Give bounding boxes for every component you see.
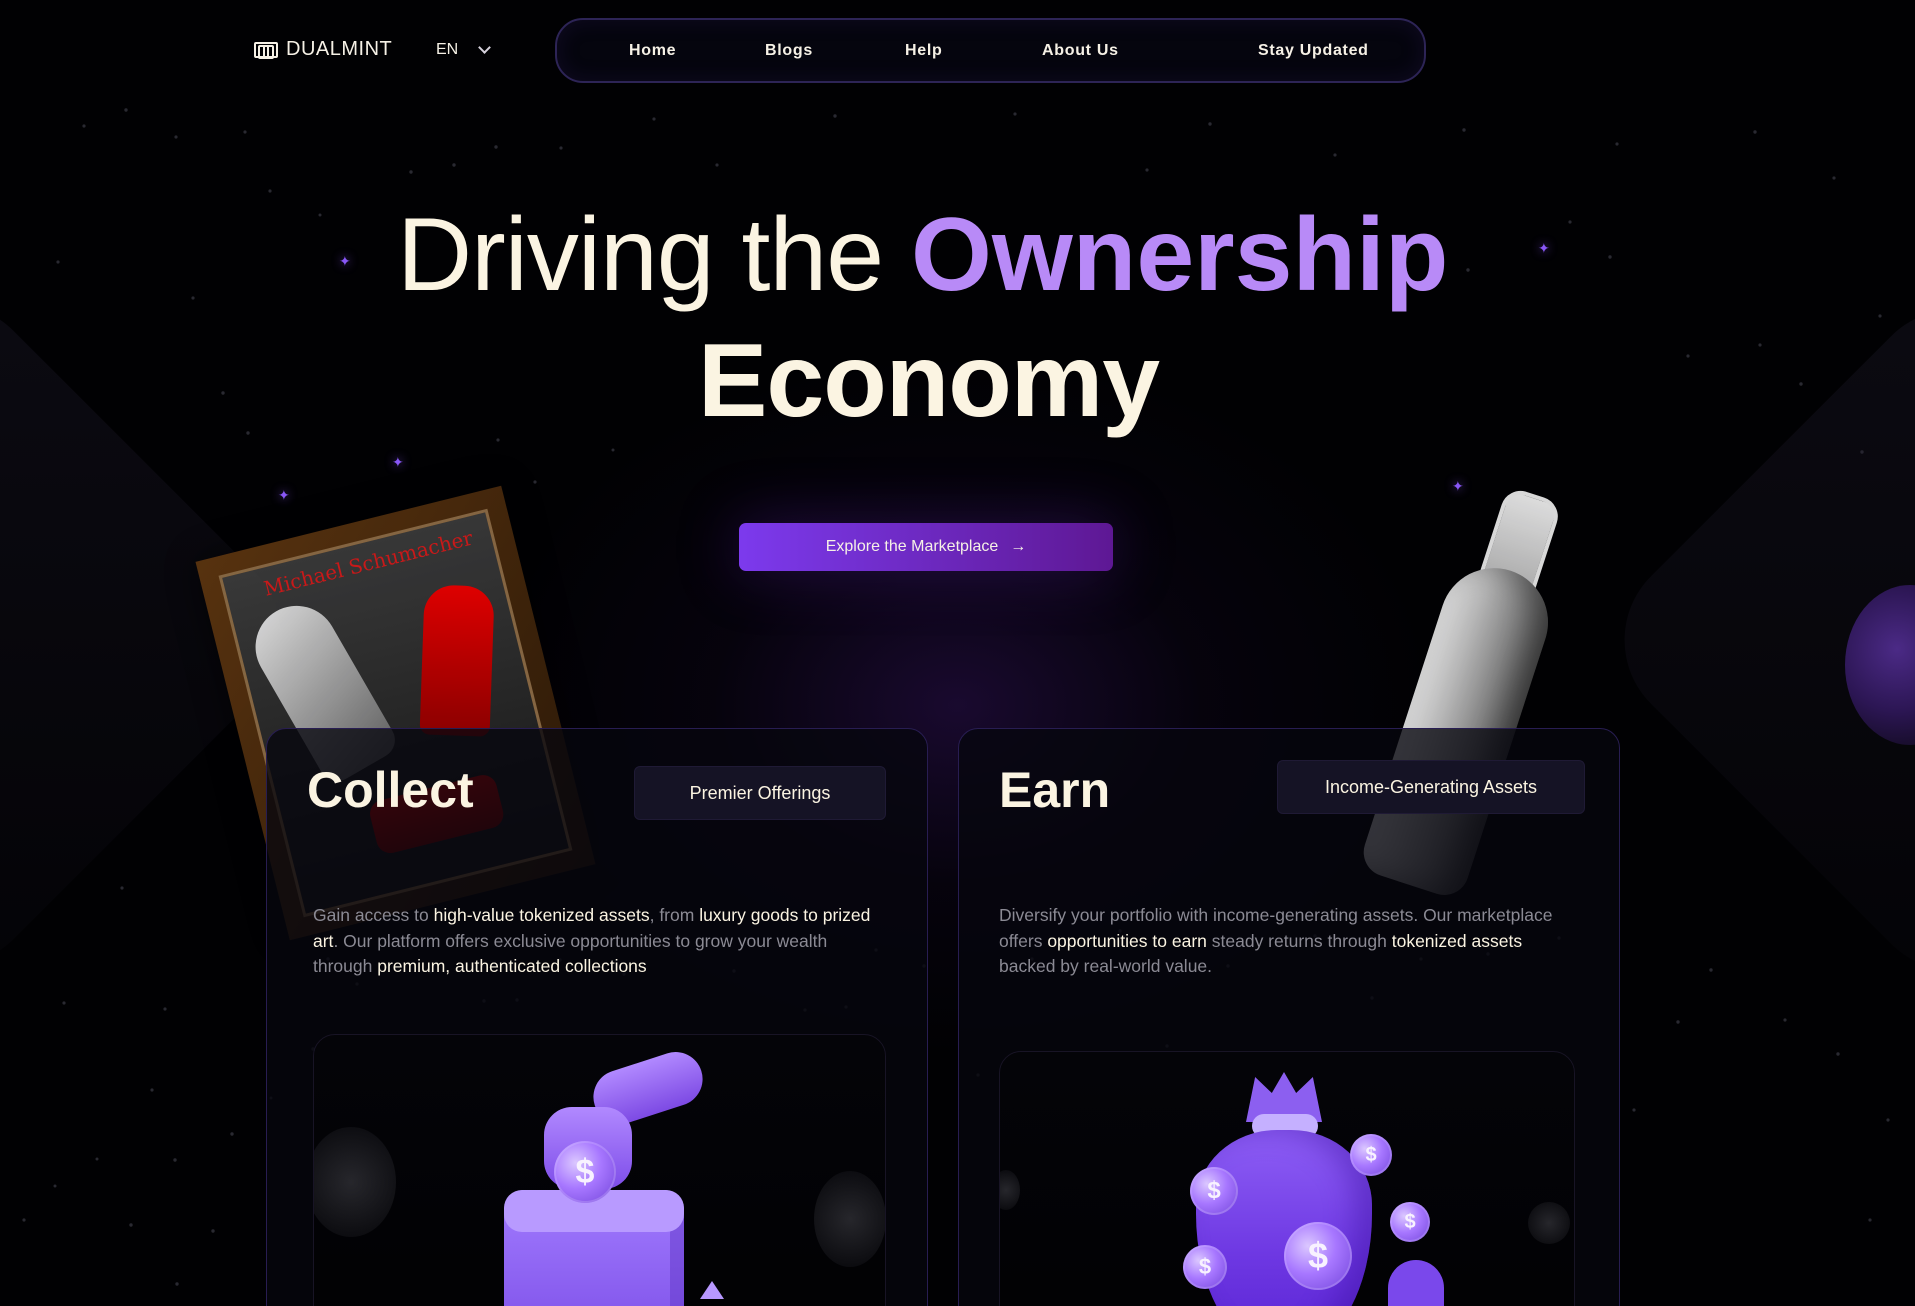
dollar-coin-icon: $ [1190, 1167, 1238, 1215]
sparkle-icon: ✦ [392, 454, 404, 470]
chevron-down-icon [478, 41, 492, 54]
bag-hand [1388, 1260, 1444, 1306]
explore-marketplace-label: Explore the Marketplace [825, 538, 999, 555]
left-coin-shadow [1000, 1170, 1020, 1210]
collect-text-part-2: , from [649, 905, 700, 925]
dollar-coin-icon: $ [1390, 1202, 1430, 1242]
collect-text-part-1: Gain access to [313, 905, 434, 925]
collect-card-title: Collect [307, 762, 474, 818]
collect-illustration: $ [313, 1034, 886, 1306]
earn-highlight-2: tokenized assets [1391, 930, 1523, 951]
earn-text-part-2: steady returns through [1206, 930, 1392, 951]
nav-item-stay-updated[interactable]: Stay Updated [1258, 42, 1369, 60]
language-selector[interactable]: EN [436, 41, 492, 59]
dollar-coin-icon: $ [1350, 1134, 1392, 1176]
earn-card-title: Earn [999, 762, 1111, 818]
sparkle-icon: ✦ [339, 253, 351, 269]
right-coin-shadow [1528, 1202, 1570, 1244]
sparkle-icon: ✦ [278, 487, 290, 503]
dollar-coin-icon: $ [1183, 1245, 1227, 1289]
language-label: EN [436, 41, 459, 58]
dollar-coin-icon: $ [554, 1141, 616, 1203]
collect-card: Collect Premier Offerings Gain access to… [266, 728, 928, 1306]
arrow-right-icon: → [1010, 538, 1027, 555]
dualmint-logo-icon [254, 41, 278, 59]
nav-item-about-us[interactable]: About Us [1042, 42, 1119, 60]
main-navigation: Home Blogs Help About Us Stay Updated [555, 18, 1426, 83]
collect-highlight-1: high-value tokenized assets [433, 905, 650, 925]
right-shadow-object [814, 1171, 885, 1267]
earn-highlight-1: opportunities to earn [1047, 930, 1207, 951]
collect-card-description: Gain access to high-value tokenized asse… [313, 903, 883, 980]
left-shadow-object [314, 1127, 396, 1237]
nav-item-blogs[interactable]: Blogs [765, 42, 813, 60]
hero-title-line-2: Economy [698, 323, 1160, 439]
up-arrow-icon [700, 1281, 724, 1299]
nav-item-home[interactable]: Home [629, 42, 676, 60]
hero-title-line-1: Driving the Ownership [397, 203, 1448, 307]
earn-text-part-3: backed by real-world value. [999, 956, 1213, 976]
income-generating-assets-badge: Income-Generating Assets [1277, 760, 1585, 814]
brand-logo[interactable]: DUALMINT [254, 38, 392, 61]
premier-offerings-badge: Premier Offerings [634, 766, 886, 820]
nav-item-help[interactable]: Help [905, 42, 942, 60]
sparkle-icon: ✦ [1538, 240, 1550, 256]
driver-image [419, 584, 495, 737]
top-header: DUALMINT EN Home Blogs Help About Us Sta… [254, 18, 1426, 85]
hero-title-prefix: Driving the [397, 197, 911, 313]
dollar-coin-icon: $ [1284, 1222, 1352, 1290]
earn-card: Earn Income-Generating Assets Diversify … [958, 728, 1620, 1306]
explore-marketplace-button[interactable]: Explore the Marketplace → [739, 523, 1113, 571]
earn-card-description: Diversify your portfolio with income-gen… [999, 903, 1574, 980]
earn-illustration: $ $ $ $ $ [999, 1051, 1575, 1306]
page: DUALMINT EN Home Blogs Help About Us Sta… [0, 0, 1915, 1306]
hero-title-highlight: Ownership [911, 197, 1449, 313]
brand-name: DUALMINT [286, 38, 393, 60]
collect-highlight-3: premium, authenticated collections [377, 956, 647, 976]
